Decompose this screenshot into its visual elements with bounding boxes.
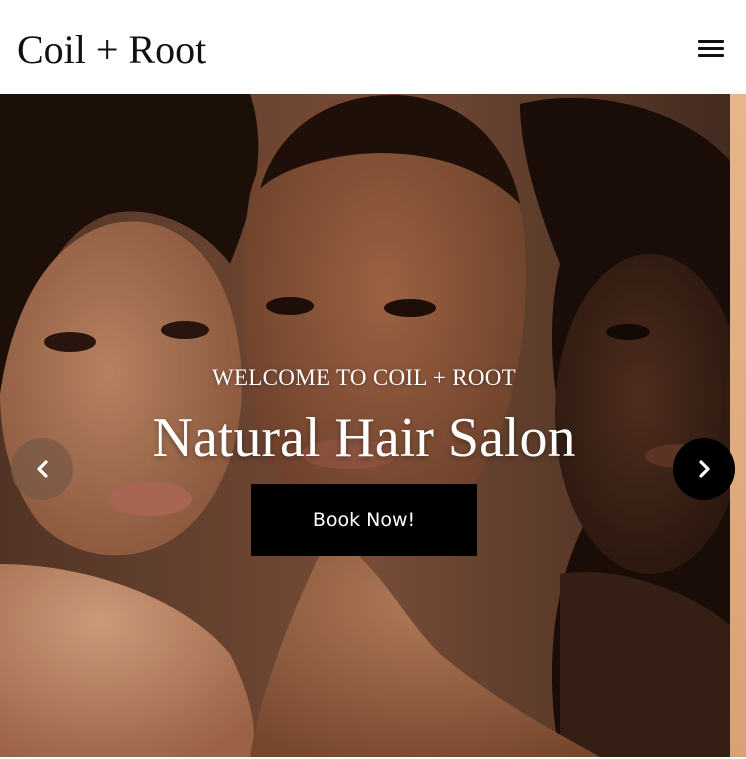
slider-prev-button[interactable] <box>11 438 73 500</box>
slider-next-button[interactable] <box>673 438 735 500</box>
chevron-right-icon <box>699 460 710 478</box>
menu-bar-top <box>698 40 724 43</box>
next-slide-peek <box>730 94 746 757</box>
hero-slider: WELCOME TO COIL + ROOT Natural Hair Salo… <box>0 94 746 757</box>
menu-bar-middle <box>698 47 724 50</box>
hero-headline: Natural Hair Salon <box>152 407 576 469</box>
hamburger-menu-icon[interactable] <box>692 34 732 66</box>
menu-bar-bottom <box>698 54 724 57</box>
site-header: Coil + Root <box>0 0 746 94</box>
book-now-button[interactable]: Book Now! <box>251 484 477 556</box>
site-logo[interactable]: Coil + Root <box>17 24 206 76</box>
hero-kicker: WELCOME TO COIL + ROOT <box>211 365 517 390</box>
chevron-left-icon <box>37 460 48 478</box>
